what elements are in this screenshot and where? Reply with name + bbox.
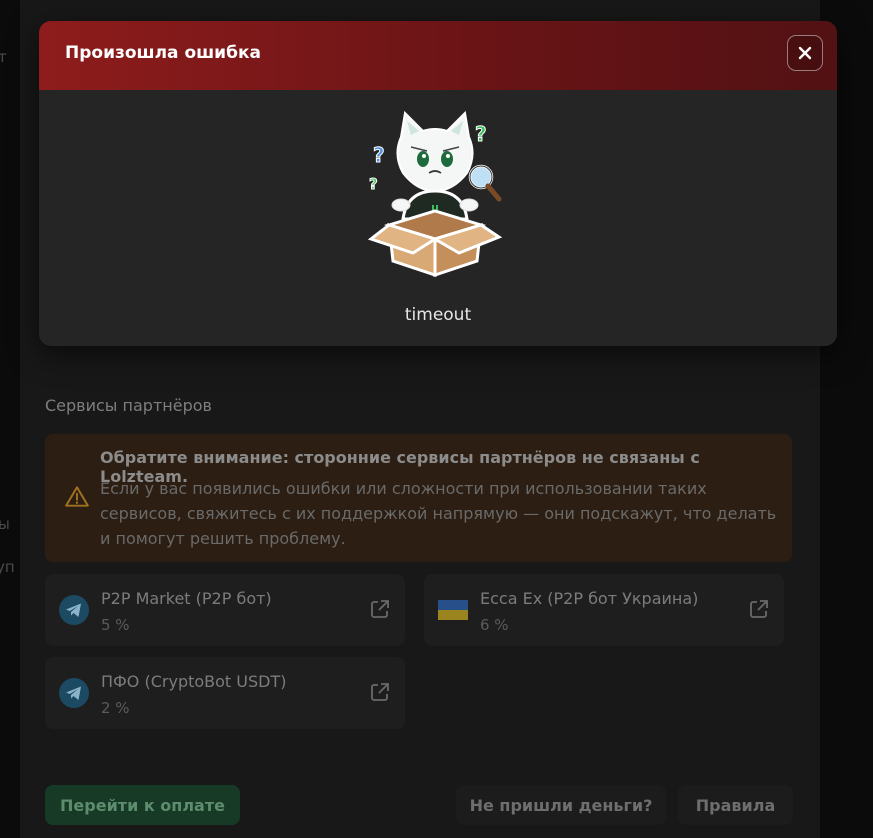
modal-header: Произошла ошибка: [39, 21, 837, 90]
partner-name: P2P Market (P2P бот): [101, 589, 272, 608]
svg-text:?: ?: [373, 143, 385, 167]
telegram-icon: [59, 595, 89, 625]
partners-section-title: Сервисы партнёров: [45, 396, 212, 415]
partner-fee: 5 %: [101, 616, 130, 634]
error-message: timeout: [404, 305, 472, 325]
rules-button[interactable]: Правила: [678, 785, 793, 825]
close-icon: [798, 46, 812, 60]
money-not-received-button[interactable]: Не пришли деньги?: [456, 785, 666, 825]
notice-body: Если у вас появились ошибки или сложност…: [100, 479, 777, 548]
partner-fee: 6 %: [480, 616, 509, 634]
background-edge-fragment: т: [0, 48, 7, 66]
partner-p2p-market[interactable]: P2P Market (P2P бот) 5 %: [45, 574, 405, 646]
partners-notice: Обратите внимание: сторонние сервисы пар…: [45, 434, 792, 562]
confused-fox-in-box-illustration: ? ? ?: [367, 110, 503, 277]
partner-name: Ecca Ex (P2P бот Украина): [480, 589, 699, 608]
go-to-payment-button[interactable]: Перейти к оплате: [45, 785, 240, 825]
external-link-icon[interactable]: [369, 681, 391, 703]
background-edge-fragment: уп: [0, 558, 15, 576]
warning-icon: [65, 486, 89, 507]
background-edge-fragment: ы: [0, 515, 10, 533]
external-link-icon[interactable]: [748, 598, 770, 620]
error-modal: Произошла ошибка ? ? ? timeout: [39, 21, 837, 346]
partner-name: ПФО (CryptoBot USDT): [101, 672, 287, 691]
partner-pfo[interactable]: ПФО (CryptoBot USDT) 2 %: [45, 657, 405, 729]
external-link-icon[interactable]: [369, 598, 391, 620]
modal-title: Произошла ошибка: [65, 43, 261, 63]
ukraine-flag-icon: [438, 600, 468, 620]
svg-text:?: ?: [369, 175, 378, 193]
svg-text:?: ?: [475, 122, 487, 146]
partner-ecca-ex[interactable]: Ecca Ex (P2P бот Украина) 6 %: [424, 574, 784, 646]
telegram-icon: [59, 678, 89, 708]
partner-fee: 2 %: [101, 699, 130, 717]
close-button[interactable]: [787, 35, 823, 71]
